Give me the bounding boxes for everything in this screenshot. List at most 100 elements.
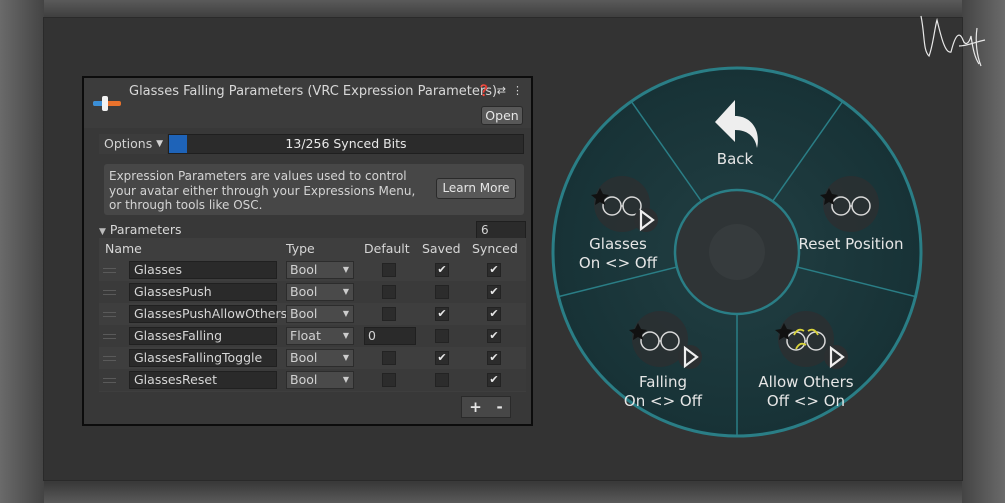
- inspector-title: Glasses Falling Parameters (VRC Expressi…: [129, 84, 498, 99]
- learn-more-button[interactable]: Learn More: [436, 178, 516, 199]
- radial-item-reset-position[interactable]: Reset Position: [798, 235, 903, 254]
- column-default: Default: [364, 241, 410, 256]
- radial-item-allow-others[interactable]: Allow Others Off <> On: [758, 373, 853, 411]
- parameter-type-value: Float: [290, 328, 321, 343]
- parameter-type-value: Bool: [290, 306, 318, 321]
- synced-checkbox[interactable]: ✔: [487, 307, 501, 321]
- radial-center-knob: [709, 224, 765, 280]
- chevron-down-icon: ▼: [342, 287, 349, 296]
- help-box: Expression Parameters are values used to…: [104, 164, 524, 215]
- add-parameter-button[interactable]: +: [469, 398, 482, 416]
- parameter-type-dropdown[interactable]: Bool ▼: [286, 349, 354, 367]
- radial-item-falling-sublabel: On <> Off: [623, 392, 703, 410]
- parameter-count-field[interactable]: 6: [476, 221, 526, 239]
- default-checkbox[interactable]: [382, 285, 396, 299]
- parameter-type-value: Bool: [290, 262, 318, 277]
- drag-handle-icon[interactable]: [103, 334, 116, 339]
- column-name: Name: [105, 241, 142, 256]
- options-label: Options: [104, 136, 153, 151]
- parameter-name-field[interactable]: GlassesFalling: [129, 327, 277, 345]
- parameter-type-dropdown[interactable]: Bool ▼: [286, 283, 354, 301]
- radial-item-falling-label: Falling: [639, 373, 687, 391]
- parameters-label: Parameters: [109, 222, 182, 237]
- saved-checkbox[interactable]: [435, 285, 449, 299]
- table-row: Glasses Bool ▼ ✔ ✔: [99, 259, 526, 281]
- saved-checkbox[interactable]: [435, 373, 449, 387]
- remove-parameter-button[interactable]: -: [496, 398, 502, 416]
- default-checkbox[interactable]: [382, 373, 396, 387]
- add-remove-buttons: + -: [461, 396, 511, 418]
- expression-parameters-inspector: Glasses Falling Parameters (VRC Expressi…: [82, 76, 533, 426]
- synced-checkbox[interactable]: ✔: [487, 373, 501, 387]
- signature-logo: [920, 15, 986, 67]
- radial-item-allow-others-sublabel: Off <> On: [766, 392, 846, 410]
- parameter-type-dropdown[interactable]: Bool ▼: [286, 261, 354, 279]
- options-dropdown[interactable]: Options ▼: [99, 134, 167, 154]
- default-checkbox[interactable]: [382, 263, 396, 277]
- chevron-down-icon: ▼: [342, 265, 349, 274]
- parameter-type-dropdown[interactable]: Bool ▼: [286, 371, 354, 389]
- parameter-name-field[interactable]: GlassesFallingToggle: [129, 349, 277, 367]
- parameter-name-field[interactable]: GlassesPush: [129, 283, 277, 301]
- inspector-header: Glasses Falling Parameters (VRC Expressi…: [84, 78, 531, 128]
- radial-item-glasses[interactable]: Glasses On <> Off: [579, 235, 657, 273]
- table-row: GlassesPushAllowOthers Bool ▼ ✔ ✔: [99, 303, 526, 325]
- parameter-type-dropdown[interactable]: Bool ▼: [286, 305, 354, 323]
- radial-item-glasses-label: Glasses: [589, 235, 647, 253]
- synced-bits-bar: 13/256 Synced Bits: [168, 134, 524, 154]
- column-synced: Synced: [472, 241, 518, 256]
- drag-handle-icon[interactable]: [103, 378, 116, 383]
- parameter-name-field[interactable]: Glasses: [129, 261, 277, 279]
- table-row: GlassesFallingToggle Bool ▼ ✔ ✔: [99, 347, 526, 369]
- drag-handle-icon[interactable]: [103, 268, 116, 273]
- chevron-down-icon: ▼: [342, 309, 349, 318]
- synced-checkbox[interactable]: ✔: [487, 285, 501, 299]
- synced-checkbox[interactable]: ✔: [487, 351, 501, 365]
- parameter-type-value: Bool: [290, 284, 318, 299]
- settings-sliders-icon[interactable]: ⇄: [497, 84, 506, 97]
- table-row: GlassesPush Bool ▼ ✔: [99, 281, 526, 303]
- back-label[interactable]: Back: [717, 150, 753, 169]
- help-text: Expression Parameters are values used to…: [109, 169, 416, 212]
- header-icons: ❓ ⇄ ⋮: [477, 84, 523, 97]
- default-checkbox[interactable]: [382, 307, 396, 321]
- drag-handle-icon[interactable]: [103, 312, 116, 317]
- chevron-down-icon: ▼: [342, 331, 349, 340]
- synced-checkbox[interactable]: ✔: [487, 263, 501, 277]
- chevron-down-icon: ▼: [342, 353, 349, 362]
- default-value-field[interactable]: 0: [364, 327, 416, 345]
- column-saved: Saved: [422, 241, 461, 256]
- drag-handle-icon[interactable]: [103, 356, 116, 361]
- saved-checkbox[interactable]: ✔: [435, 263, 449, 277]
- parameter-name-field[interactable]: GlassesPushAllowOthers: [129, 305, 287, 323]
- saved-checkbox[interactable]: ✔: [435, 307, 449, 321]
- table-row: GlassesFalling Float ▼ 0 ✔: [99, 325, 526, 347]
- default-checkbox[interactable]: [382, 351, 396, 365]
- saved-checkbox[interactable]: [435, 329, 449, 343]
- vrc-parameters-icon: [93, 96, 121, 111]
- foldout-arrow-icon: ▼: [99, 227, 106, 237]
- parameter-type-value: Bool: [290, 350, 318, 365]
- chevron-down-icon: ▼: [156, 139, 163, 149]
- column-type: Type: [286, 241, 315, 256]
- radial-item-reset-label: Reset Position: [798, 235, 904, 253]
- parameter-name-field[interactable]: GlassesReset: [129, 371, 277, 389]
- right-backdrop: [962, 0, 1005, 503]
- options-row: Options ▼ 13/256 Synced Bits: [99, 134, 524, 154]
- drag-handle-icon[interactable]: [103, 290, 116, 295]
- parameters-foldout[interactable]: ▼ Parameters: [99, 222, 181, 237]
- parameter-type-dropdown[interactable]: Float ▼: [286, 327, 354, 345]
- left-backdrop: [0, 0, 44, 503]
- table-row: GlassesReset Bool ▼ ✔: [99, 369, 526, 391]
- help-icon[interactable]: ❓: [477, 84, 491, 97]
- radial-item-glasses-sublabel: On <> Off: [578, 254, 658, 272]
- open-button[interactable]: Open: [481, 106, 523, 125]
- saved-checkbox[interactable]: ✔: [435, 351, 449, 365]
- kebab-menu-icon[interactable]: ⋮: [512, 84, 523, 97]
- radial-item-falling[interactable]: Falling On <> Off: [624, 373, 702, 411]
- chevron-down-icon: ▼: [342, 375, 349, 384]
- synced-checkbox[interactable]: ✔: [487, 329, 501, 343]
- parameter-type-value: Bool: [290, 372, 318, 387]
- synced-bits-text: 13/256 Synced Bits: [285, 136, 407, 151]
- radial-item-allow-others-label: Allow Others: [758, 373, 854, 391]
